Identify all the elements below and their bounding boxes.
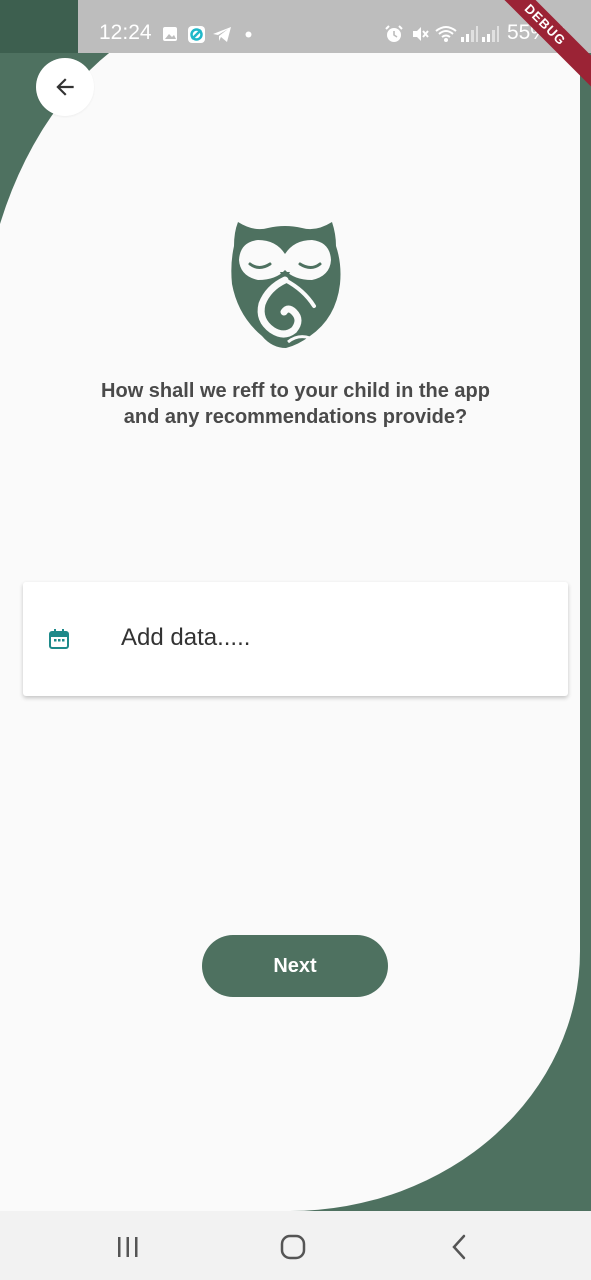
next-button[interactable]: Next <box>202 935 388 997</box>
recent-apps-icon <box>118 1237 138 1257</box>
back-chevron-icon <box>452 1234 466 1260</box>
signal-1-icon <box>461 26 478 42</box>
date-field-placeholder[interactable]: Add data..... <box>121 624 250 652</box>
home-button[interactable] <box>268 1225 318 1269</box>
app-notification-icon <box>188 26 205 43</box>
alarm-icon <box>385 25 403 42</box>
status-bar-green-strip <box>0 0 78 53</box>
home-icon <box>280 1234 306 1260</box>
more-notifications-dot-icon <box>245 31 252 38</box>
owl-logo-icon <box>231 222 341 348</box>
recent-apps-button[interactable] <box>103 1225 153 1269</box>
calendar-icon[interactable] <box>48 628 70 650</box>
mute-icon <box>413 27 429 41</box>
telegram-notification-icon <box>213 27 231 42</box>
gallery-notification-icon <box>163 27 177 41</box>
status-time: 12:24 <box>99 21 152 44</box>
date-field[interactable] <box>23 582 568 696</box>
system-back-button[interactable] <box>434 1225 484 1269</box>
arrow-back-icon <box>56 78 74 96</box>
back-button[interactable] <box>36 58 94 116</box>
signal-2-icon <box>482 26 499 42</box>
status-bar: 12:24 55% <box>0 0 591 53</box>
wifi-icon <box>435 26 457 42</box>
question-text: How shall we reff to your child in the a… <box>101 380 490 428</box>
